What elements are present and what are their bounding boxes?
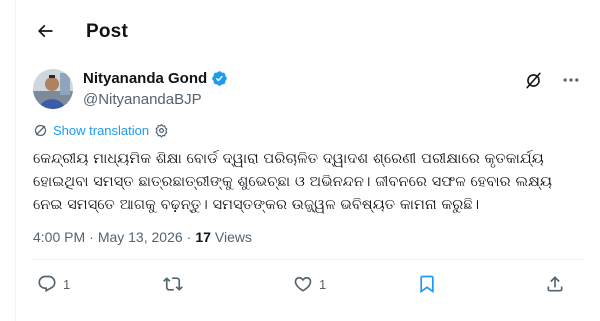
meta-separator: ·: [186, 229, 192, 245]
author-handle[interactable]: @NityanandaBJP: [83, 91, 202, 108]
like-button[interactable]: 1: [293, 272, 326, 296]
reply-icon: [38, 275, 56, 293]
show-translation-label[interactable]: Show translation: [53, 123, 149, 138]
grok-button[interactable]: [523, 70, 543, 90]
post-meta: 4:00 PM · May 13, 2026 · 17 Views: [33, 229, 252, 245]
bookmark-icon: [420, 275, 434, 294]
views-label: Views: [214, 229, 252, 245]
repost-icon: [163, 277, 183, 291]
bookmark-button[interactable]: [417, 272, 437, 296]
post-date[interactable]: May 13, 2026: [98, 229, 183, 245]
reply-count: 1: [63, 276, 71, 292]
arrow-left-icon: [37, 24, 53, 38]
avatar-image: [33, 69, 73, 109]
grok-icon: [525, 72, 541, 88]
divider: [33, 259, 583, 260]
reply-button[interactable]: 1: [37, 272, 70, 296]
gear-icon[interactable]: [154, 123, 169, 138]
show-translation-link[interactable]: Show translation: [33, 123, 169, 138]
meta-separator: ·: [89, 229, 94, 245]
heart-icon: [294, 276, 312, 292]
share-button[interactable]: [545, 272, 565, 296]
author-name[interactable]: Nityananda Gond: [83, 70, 207, 87]
post-time[interactable]: 4:00 PM: [33, 229, 85, 245]
back-button[interactable]: [32, 18, 58, 44]
page-title: Post: [86, 21, 128, 42]
translate-icon: [33, 123, 48, 138]
share-icon: [547, 276, 563, 292]
views-count: 17: [195, 229, 211, 245]
avatar[interactable]: [33, 69, 73, 109]
author-name-row: Nityananda Gond: [83, 70, 228, 87]
like-count: 1: [319, 276, 327, 292]
post-actions: 1 1: [33, 272, 583, 296]
post-text: କେନ୍ଦ୍ରୀୟ ମାଧ୍ୟମିକ ଶିକ୍ଷା ବୋର୍ଡ ଦ୍ୱାରା ପ…: [33, 151, 553, 213]
more-horizontal-icon: [563, 78, 579, 82]
verified-badge-icon[interactable]: [211, 70, 228, 87]
post-header: Post: [15, 0, 600, 64]
more-options-button[interactable]: [559, 71, 583, 89]
repost-button[interactable]: [163, 272, 189, 296]
